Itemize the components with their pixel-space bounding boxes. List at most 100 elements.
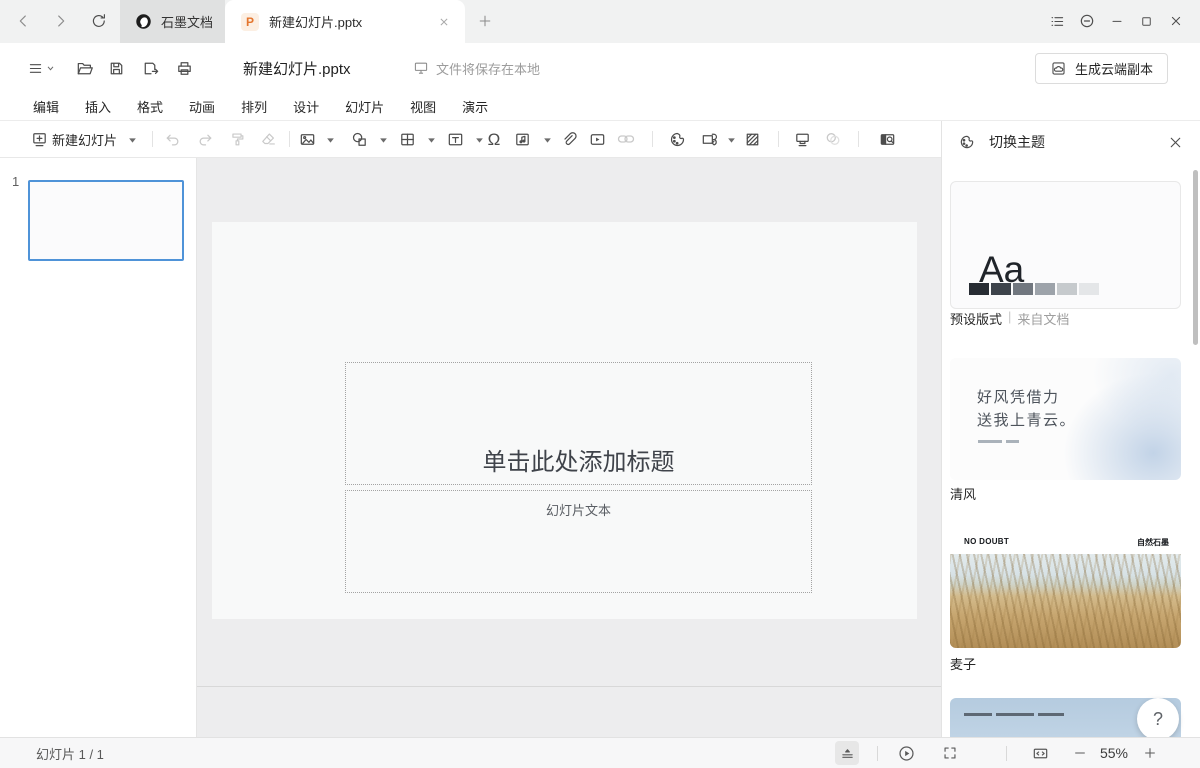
- format-painter-icon[interactable]: [226, 128, 248, 150]
- create-cloud-copy-button[interactable]: 生成云端副本: [1035, 53, 1168, 84]
- body-placeholder[interactable]: 幻灯片文本: [345, 490, 812, 593]
- present-display-icon[interactable]: [791, 128, 813, 150]
- preset-swatch-row: [969, 283, 1099, 295]
- editor-canvas: 单击此处添加标题 幻灯片文本: [197, 158, 941, 737]
- file-toolbar: 新建幻灯片.pptx 文件将保存在本地 生成云端副本: [0, 43, 1200, 93]
- print-icon[interactable]: [173, 57, 195, 79]
- open-file-icon[interactable]: [73, 57, 95, 79]
- slide-counter: 幻灯片 1 / 1: [36, 738, 104, 768]
- menu-format[interactable]: 格式: [137, 97, 163, 116]
- theme-card-preset[interactable]: Aa: [950, 181, 1181, 309]
- title-placeholder[interactable]: 单击此处添加标题: [345, 362, 812, 485]
- insert-shape-icon[interactable]: [348, 128, 370, 150]
- slides-panel: 1: [0, 158, 197, 737]
- transition-caret-icon[interactable]: [728, 138, 736, 144]
- play-presentation-icon[interactable]: [894, 741, 918, 765]
- app-window: 石墨文档 P 新建幻灯片.pptx: [0, 0, 1200, 768]
- preset-divider: |: [1008, 309, 1011, 328]
- browser-list-icon[interactable]: [1046, 10, 1068, 32]
- preset-name: 预设版式: [950, 309, 1002, 328]
- new-slide-caret-icon[interactable]: [129, 138, 137, 144]
- palette-swatch: [991, 283, 1011, 295]
- document-title[interactable]: 新建幻灯片.pptx: [243, 43, 351, 93]
- attachment-icon[interactable]: [557, 128, 579, 150]
- menu-design[interactable]: 设计: [293, 97, 319, 116]
- qingfeng-card-label: 清风: [950, 484, 976, 503]
- slide-background-icon[interactable]: [741, 128, 763, 150]
- forward-icon[interactable]: [50, 10, 72, 32]
- main-menu-icon[interactable]: [24, 57, 56, 79]
- laser-pointer-icon[interactable]: [822, 128, 844, 150]
- menu-insert[interactable]: 插入: [85, 97, 111, 116]
- slide-surface[interactable]: 单击此处添加标题 幻灯片文本: [212, 222, 917, 619]
- theme-card-qingfeng[interactable]: 好风凭借力 送我上青云。: [950, 358, 1181, 480]
- new-tab-icon[interactable]: [474, 10, 496, 32]
- palette-swatch: [1079, 283, 1099, 295]
- palette-swatch: [1035, 283, 1055, 295]
- body-placeholder-text: 幻灯片文本: [546, 500, 611, 519]
- edit-toolbar: 新建幻灯片 Ω: [0, 121, 941, 158]
- notes-divider[interactable]: [197, 686, 941, 687]
- account-icon[interactable]: [1076, 10, 1098, 32]
- new-slide-label[interactable]: 新建幻灯片: [52, 121, 117, 157]
- refresh-icon[interactable]: [88, 10, 110, 32]
- insert-audio-icon[interactable]: [511, 128, 533, 150]
- menu-edit[interactable]: 编辑: [33, 97, 59, 116]
- tab-document[interactable]: P 新建幻灯片.pptx: [225, 0, 465, 43]
- shape-caret-icon[interactable]: [380, 138, 388, 144]
- save-icon[interactable]: [105, 57, 127, 79]
- insert-table-icon[interactable]: [396, 128, 418, 150]
- tab-home-label: 石墨文档: [161, 12, 213, 31]
- fullscreen-fit-icon[interactable]: [938, 741, 962, 765]
- window-maximize-icon[interactable]: [1135, 10, 1157, 32]
- zoom-out-icon[interactable]: [1068, 741, 1092, 765]
- clear-format-icon[interactable]: [257, 128, 279, 150]
- special-character-icon[interactable]: Ω: [483, 128, 505, 150]
- insert-link-icon[interactable]: [615, 128, 637, 150]
- slide-thumbnail[interactable]: [28, 180, 184, 261]
- speaker-notes-toggle-icon[interactable]: [835, 741, 859, 765]
- maizi-header-band: NO DOUBT 自然石墨: [950, 528, 1181, 554]
- theme-color-icon[interactable]: [666, 128, 688, 150]
- zoom-level[interactable]: 55%: [1094, 738, 1134, 768]
- image-caret-icon[interactable]: [327, 138, 335, 144]
- insert-textbox-icon[interactable]: [444, 128, 466, 150]
- title-placeholder-text: 单击此处添加标题: [483, 442, 675, 477]
- redo-icon[interactable]: [194, 128, 216, 150]
- preset-sample-text: Aa: [979, 255, 1024, 285]
- menu-slide[interactable]: 幻灯片: [345, 97, 384, 116]
- menu-arrange[interactable]: 排列: [241, 97, 267, 116]
- window-minimize-icon[interactable]: [1106, 10, 1128, 32]
- new-slide-icon[interactable]: [28, 128, 50, 150]
- undo-icon[interactable]: [161, 128, 183, 150]
- window-close-icon[interactable]: [1165, 10, 1187, 32]
- shimo-logo-icon: [135, 13, 152, 30]
- preset-card-label: 预设版式 | 来自文档: [950, 309, 1069, 328]
- menu-present[interactable]: 演示: [462, 97, 488, 116]
- theme-panel-title: 切换主题: [989, 121, 1045, 163]
- layout-search-icon[interactable]: [876, 128, 898, 150]
- save-as-icon[interactable]: [139, 57, 161, 79]
- insert-video-icon[interactable]: [586, 128, 608, 150]
- status-bar: 幻灯片 1 / 1 55%: [0, 737, 1200, 768]
- zoom-in-icon[interactable]: [1138, 741, 1162, 765]
- back-icon[interactable]: [12, 10, 34, 32]
- tab-close-icon[interactable]: [437, 15, 451, 29]
- menu-animation[interactable]: 动画: [189, 97, 215, 116]
- panel-scrollbar[interactable]: [1193, 170, 1198, 345]
- save-location-hint: 文件将保存在本地: [413, 43, 540, 93]
- qingfeng-caption: [978, 440, 1019, 443]
- help-button[interactable]: ?: [1137, 698, 1179, 737]
- slide-transition-icon[interactable]: [698, 128, 720, 150]
- table-caret-icon[interactable]: [428, 138, 436, 144]
- tab-home[interactable]: 石墨文档: [120, 0, 225, 43]
- theme-card-maizi[interactable]: NO DOUBT 自然石墨: [950, 528, 1181, 648]
- theme-panel-close-icon[interactable]: [1164, 131, 1186, 153]
- cloud-copy-label: 生成云端副本: [1075, 59, 1153, 78]
- palette-swatch: [1013, 283, 1033, 295]
- maizi-wheat-photo: [950, 554, 1181, 648]
- menu-view[interactable]: 视图: [410, 97, 436, 116]
- audio-caret-icon[interactable]: [544, 138, 552, 144]
- fit-width-icon[interactable]: [1028, 741, 1052, 765]
- insert-image-icon[interactable]: [296, 128, 318, 150]
